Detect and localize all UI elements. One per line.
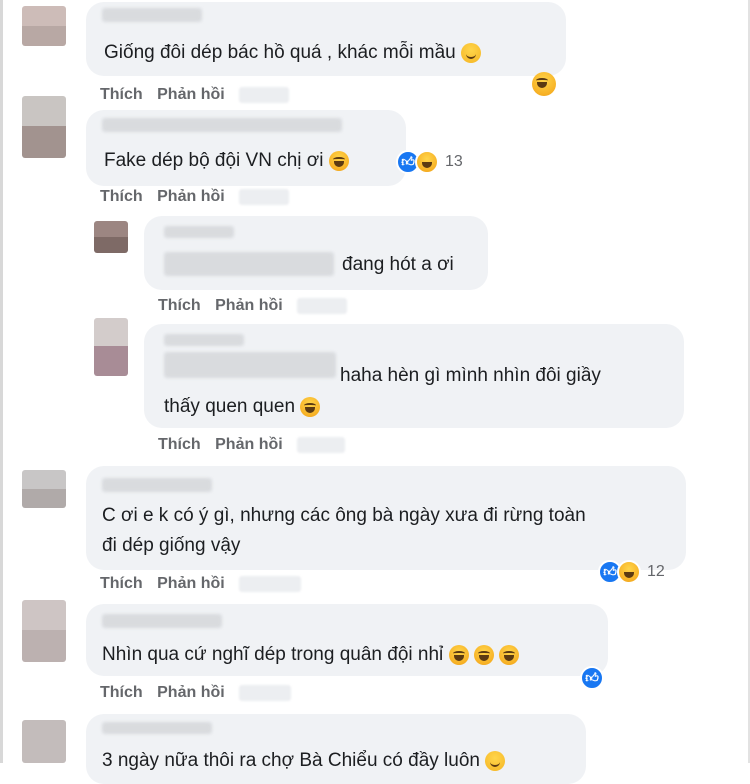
page-border-left <box>0 0 3 763</box>
comment-bubble: C ơi e k có ý gì, nhưng các ông bà ngày … <box>86 466 686 570</box>
reply-button[interactable]: Phản hồi <box>157 188 225 205</box>
comment-text-row: Nhìn qua cứ nghĩ dép trong quân đội nhỉ <box>102 640 520 669</box>
haha-reaction-icon <box>415 150 439 174</box>
comment-timestamp[interactable] <box>239 86 290 103</box>
comment-bubble: Giống đôi dép bác hồ quá , khác mỗi mầu <box>86 2 566 76</box>
comment-text-row: Fake dép bộ đội VN chị ơi <box>104 146 349 175</box>
reaction-count: 13 <box>445 153 463 170</box>
comment-bubble: Fake dép bộ đội VN chị ơi <box>86 110 406 186</box>
smile-emoji-icon <box>461 42 482 63</box>
comment-text: Fake dép bộ đội VN chị ơi <box>104 150 324 171</box>
haha-reaction-icon <box>532 72 556 96</box>
commenter-name[interactable] <box>164 334 244 346</box>
reply-actions: Thích Phản hồi <box>158 436 355 454</box>
reply-text-line2: thấy quen quen <box>164 396 296 417</box>
like-button[interactable]: Thích <box>100 86 143 103</box>
comment-text: 3 ngày nữa thôi ra chợ Bà Chiểu có đầy l… <box>102 750 480 771</box>
reply-text-line1: haha hèn gì mình nhìn đôi giầy <box>340 365 601 386</box>
commenter-name[interactable] <box>102 614 222 628</box>
comment-text: Giống đôi dép bác hồ quá , khác mỗi mầu <box>104 42 456 63</box>
comment-actions: Thích Phản hồi <box>100 575 311 593</box>
reaction-summary[interactable]: 👍︎ 13 <box>396 148 463 176</box>
like-button[interactable]: Thích <box>100 575 143 592</box>
reply-button[interactable]: Phản hồi <box>157 684 225 701</box>
mentioned-name[interactable] <box>164 352 336 378</box>
mentioned-name[interactable] <box>164 252 334 276</box>
commenter-name[interactable] <box>102 478 212 492</box>
haha-emoji-icon <box>499 644 520 665</box>
commenter-name[interactable] <box>164 226 234 238</box>
reply-actions: Thích Phản hồi <box>158 297 357 315</box>
smile-emoji-icon <box>485 750 506 771</box>
comment-actions: Thích Phản hồi <box>100 188 299 206</box>
avatar[interactable] <box>94 221 128 253</box>
haha-emoji-icon <box>473 644 494 665</box>
commenter-name[interactable] <box>102 722 212 734</box>
avatar[interactable] <box>22 96 66 158</box>
comment-actions: Thích Phản hồi <box>100 684 301 702</box>
haha-emoji-icon <box>300 396 321 417</box>
commenter-name[interactable] <box>102 8 202 22</box>
haha-emoji-icon <box>448 644 469 665</box>
reply-button[interactable]: Phản hồi <box>215 297 283 314</box>
like-button[interactable]: Thích <box>158 436 201 453</box>
reply-bubble: đang hót a ơi <box>144 216 488 290</box>
avatar[interactable] <box>22 600 66 662</box>
comment-text-row: 3 ngày nữa thôi ra chợ Bà Chiểu có đầy l… <box>102 746 506 775</box>
reply-button[interactable]: Phản hồi <box>215 436 283 453</box>
avatar[interactable] <box>94 318 128 376</box>
reaction-summary[interactable]: 👍︎ <box>580 664 604 692</box>
comment-timestamp[interactable] <box>239 684 292 701</box>
reaction-summary[interactable]: 👍︎ 12 <box>598 558 665 586</box>
commenter-name[interactable] <box>102 118 342 132</box>
comment-timestamp[interactable] <box>239 188 290 205</box>
haha-emoji-icon <box>328 150 349 171</box>
like-button[interactable]: Thích <box>100 188 143 205</box>
comment-bubble: Nhìn qua cứ nghĩ dép trong quân đội nhỉ <box>86 604 608 676</box>
comment-bubble: 3 ngày nữa thôi ra chợ Bà Chiểu có đầy l… <box>86 714 586 784</box>
comment-timestamp[interactable] <box>239 575 302 592</box>
reply-text: đang hót a ơi <box>342 254 454 275</box>
reply-button[interactable]: Phản hồi <box>157 575 225 592</box>
haha-reaction-icon <box>617 560 641 584</box>
comment-text-row: Giống đôi dép bác hồ quá , khác mỗi mầu <box>104 38 482 67</box>
reaction-count: 12 <box>647 563 665 580</box>
comment-text: Nhìn qua cứ nghĩ dép trong quân đội nhỉ <box>102 644 444 665</box>
avatar[interactable] <box>22 470 66 508</box>
reply-button[interactable]: Phản hồi <box>157 86 225 103</box>
reply-text-row2: thấy quen quen <box>164 392 321 421</box>
like-reaction-icon: 👍︎ <box>580 666 604 690</box>
comment-text-line1: C ơi e k có ý gì, nhưng các ông bà ngày … <box>102 505 586 526</box>
like-button[interactable]: Thích <box>100 684 143 701</box>
comment-actions: Thích Phản hồi <box>100 86 299 104</box>
like-button[interactable]: Thích <box>158 297 201 314</box>
comment-timestamp[interactable] <box>297 297 348 314</box>
reply-bubble: haha hèn gì mình nhìn đôi giầy thấy quen… <box>144 324 684 428</box>
avatar[interactable] <box>22 6 66 46</box>
avatar[interactable] <box>22 720 66 763</box>
comment-text-line2: đi dép giống vậy <box>102 535 241 556</box>
comment-timestamp[interactable] <box>297 436 346 453</box>
